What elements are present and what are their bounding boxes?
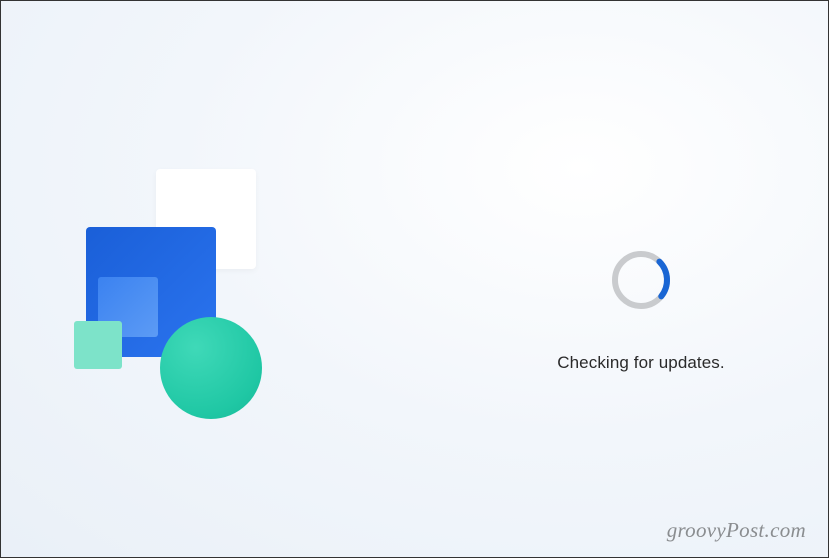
decorative-illustration — [86, 169, 326, 429]
teal-circle-shape — [160, 317, 262, 419]
watermark-text: groovyPost.com — [667, 518, 806, 543]
status-message: Checking for updates. — [557, 353, 724, 373]
loading-spinner-icon — [610, 249, 672, 311]
update-status-area: Checking for updates. — [501, 249, 781, 373]
teal-square-shape — [74, 321, 122, 369]
